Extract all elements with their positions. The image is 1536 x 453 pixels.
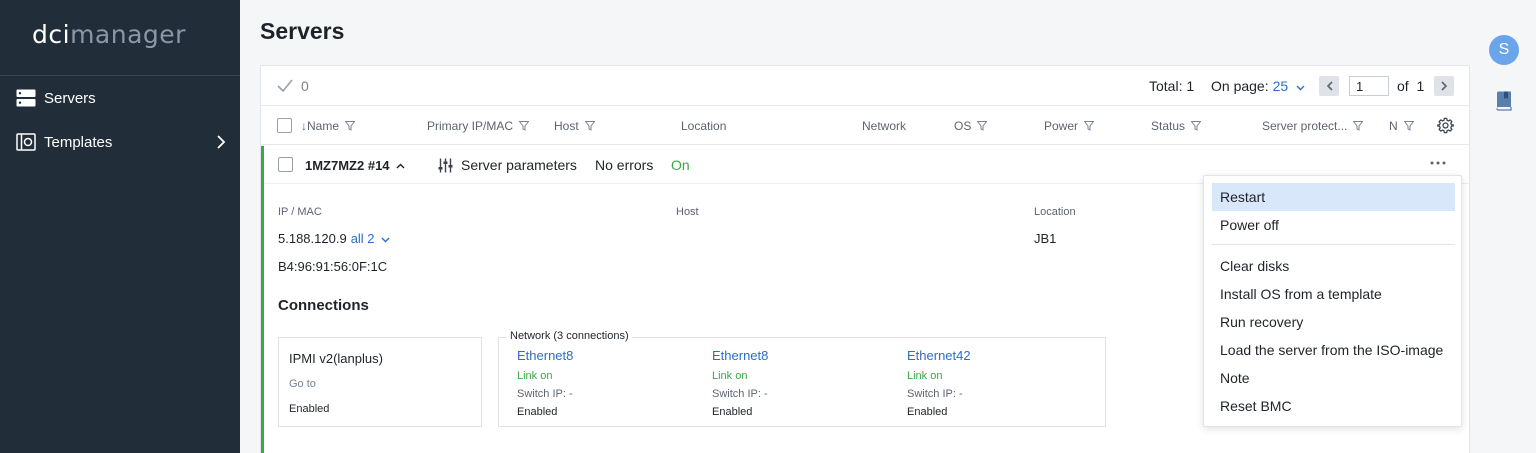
- all-ips-link[interactable]: all 2: [351, 231, 390, 246]
- ipmi-title: IPMI v2(lanplus): [289, 351, 383, 366]
- port-status: Enabled: [712, 406, 753, 418]
- servers-icon: [16, 89, 36, 107]
- location-value: JB1: [1034, 231, 1057, 246]
- menu-item-note[interactable]: Note: [1212, 364, 1455, 392]
- column-host[interactable]: Host: [554, 119, 595, 133]
- chevron-right-icon: [216, 135, 226, 149]
- connections-title: Connections: [278, 297, 369, 314]
- select-all-checkbox[interactable]: [277, 118, 292, 133]
- filter-icon[interactable]: [519, 121, 530, 131]
- power-status: On: [671, 157, 690, 173]
- sidebar-item-label: Servers: [44, 89, 96, 107]
- column-server-protection[interactable]: Server protect...: [1262, 119, 1364, 133]
- host-label: Host: [676, 206, 699, 218]
- ipmi-status: Enabled: [289, 403, 330, 415]
- server-actions-menu: Restart Power off Clear disks Install OS…: [1203, 175, 1462, 427]
- sidebar: dcimanager Servers Templates: [0, 0, 240, 453]
- menu-item-run-recovery[interactable]: Run recovery: [1212, 308, 1455, 336]
- right-rail: [1470, 0, 1536, 453]
- page-number-input[interactable]: [1349, 76, 1389, 96]
- location-label: Location: [1034, 206, 1076, 218]
- switch-ip: Switch IP: -: [712, 388, 768, 400]
- link-status: Link on: [517, 370, 553, 382]
- more-actions-icon[interactable]: [1430, 161, 1446, 165]
- menu-item-load-iso[interactable]: Load the server from the ISO-image: [1212, 336, 1455, 364]
- sidebar-item-servers[interactable]: Servers: [0, 78, 240, 118]
- chevron-down-icon: [1296, 85, 1305, 91]
- selected-count: 0: [277, 78, 309, 94]
- server-name[interactable]: 1MZ7MZ2 #14: [305, 158, 405, 173]
- menu-item-reset-bmc[interactable]: Reset BMC: [1212, 392, 1455, 420]
- port-name-link[interactable]: Ethernet8: [517, 348, 697, 363]
- network-connections-card: Network (3 connections) Ethernet8 Link o…: [498, 330, 1106, 427]
- server-parameters-button[interactable]: Server parameters: [438, 157, 577, 173]
- ipmi-goto-link[interactable]: Go to: [289, 378, 316, 390]
- menu-item-power-off[interactable]: Power off: [1212, 211, 1455, 239]
- network-port: Ethernet8 Link on Switch IP: - Enabled: [517, 348, 697, 418]
- ipmi-connection-card: IPMI v2(lanplus) Go to Enabled: [278, 337, 482, 427]
- page-of-total: of 1: [1397, 78, 1425, 94]
- switch-ip: Switch IP: -: [907, 388, 963, 400]
- network-port: Ethernet42 Link on Switch IP: - Enabled: [907, 348, 1087, 418]
- check-icon: [277, 79, 293, 93]
- sidebar-divider: [0, 75, 240, 76]
- column-n[interactable]: N: [1389, 119, 1414, 133]
- sliders-icon: [438, 158, 453, 172]
- port-name-link[interactable]: Ethernet42: [907, 348, 1087, 363]
- sidebar-item-label: Templates: [44, 133, 113, 151]
- templates-icon: [16, 133, 36, 151]
- gear-icon[interactable]: [1437, 117, 1454, 134]
- app-logo[interactable]: dcimanager: [32, 20, 186, 49]
- filter-icon[interactable]: [977, 121, 988, 131]
- filter-icon[interactable]: [1403, 121, 1414, 131]
- chevron-up-icon[interactable]: [396, 163, 405, 169]
- network-legend: Network (3 connections): [507, 330, 632, 342]
- menu-item-clear-disks[interactable]: Clear disks: [1212, 252, 1455, 280]
- filter-icon[interactable]: [1353, 121, 1364, 131]
- menu-divider: [1212, 244, 1455, 245]
- row-checkbox[interactable]: [278, 157, 293, 172]
- menu-item-restart[interactable]: Restart: [1212, 183, 1455, 211]
- column-network[interactable]: Network: [862, 119, 906, 133]
- column-os[interactable]: OS: [954, 119, 988, 133]
- on-page-selector[interactable]: On page: 25: [1211, 78, 1305, 94]
- server-errors-status: No errors: [595, 157, 654, 173]
- column-power[interactable]: Power: [1044, 119, 1095, 133]
- filter-icon[interactable]: [1191, 121, 1202, 131]
- ipmac-label: IP / MAC: [278, 206, 322, 218]
- column-status[interactable]: Status: [1151, 119, 1202, 133]
- link-status: Link on: [712, 370, 748, 382]
- port-name-link[interactable]: Ethernet8: [712, 348, 892, 363]
- table-header: ↓Name Primary IP/MAC Host Location Netwo…: [261, 107, 1469, 145]
- column-primary-ip[interactable]: Primary IP/MAC: [427, 119, 530, 133]
- filter-icon[interactable]: [1084, 121, 1095, 131]
- sidebar-item-templates[interactable]: Templates: [0, 122, 240, 162]
- network-port: Ethernet8 Link on Switch IP: - Enabled: [712, 348, 892, 418]
- filter-icon[interactable]: [584, 121, 595, 131]
- filter-icon[interactable]: [345, 121, 356, 131]
- port-status: Enabled: [907, 406, 948, 418]
- bookmark-icon[interactable]: [1495, 91, 1513, 111]
- next-page-button[interactable]: [1434, 76, 1454, 96]
- column-name[interactable]: ↓Name: [301, 119, 356, 133]
- page-title: Servers: [260, 18, 345, 44]
- column-location[interactable]: Location: [681, 119, 726, 133]
- total-count: Total: 1: [1149, 78, 1195, 94]
- table-toolbar: 0 Total: 1 On page:25 of 1: [261, 66, 1469, 106]
- link-status: Link on: [907, 370, 943, 382]
- switch-ip: Switch IP: -: [517, 388, 573, 400]
- mac-address: B4:96:91:56:0F:1C: [278, 259, 388, 274]
- port-status: Enabled: [517, 406, 558, 418]
- menu-item-install-os[interactable]: Install OS from a template: [1212, 280, 1455, 308]
- chevron-down-icon: [381, 237, 390, 243]
- avatar[interactable]: S: [1489, 35, 1519, 65]
- chevron-right-icon: [1440, 81, 1447, 91]
- chevron-left-icon: [1326, 81, 1333, 91]
- prev-page-button[interactable]: [1319, 76, 1339, 96]
- ip-address: 5.188.120.9 all 2: [278, 231, 390, 246]
